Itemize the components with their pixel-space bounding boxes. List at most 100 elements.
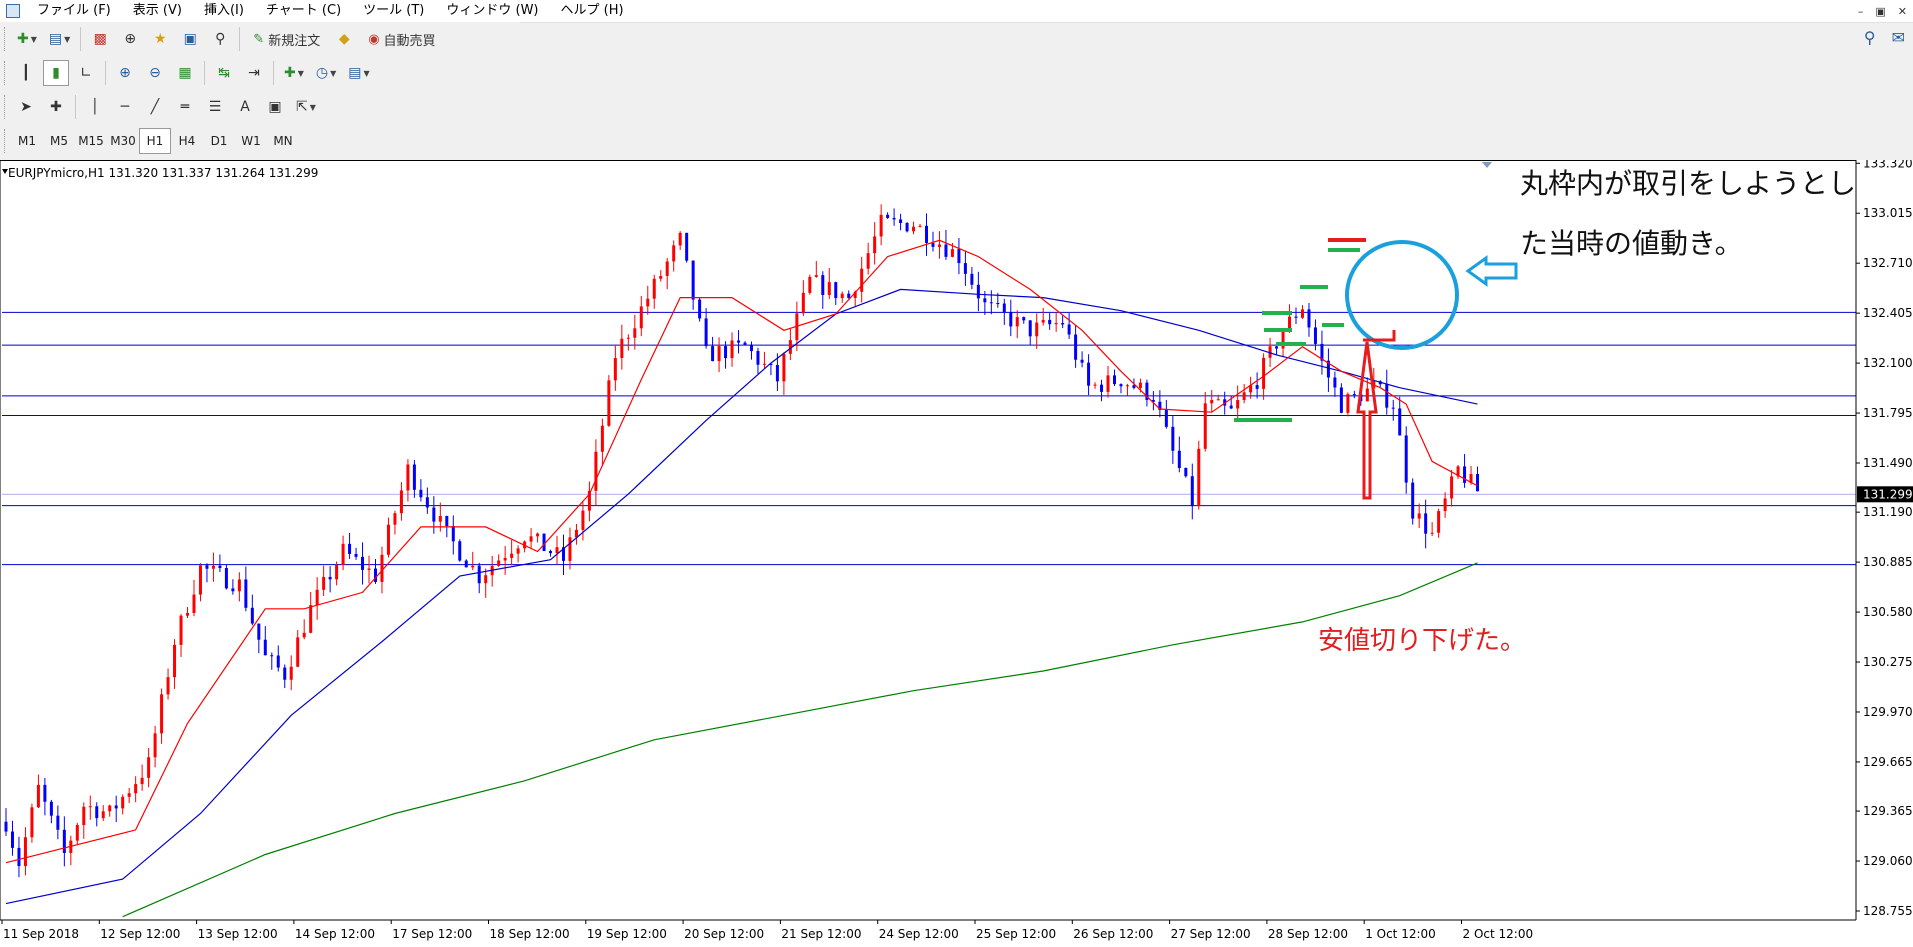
navigator-button[interactable]: ★ (147, 26, 173, 52)
new-order-button[interactable]: ✎ 新規注文 (246, 26, 327, 52)
candle-body-116 (756, 351, 760, 365)
zoom-in-button[interactable]: ⊕ (112, 60, 138, 86)
cursor-button[interactable]: ➤ (13, 94, 39, 120)
trendline-button[interactable]: ╱ (142, 94, 168, 120)
symbol-info: EURJPYmicro,H1 131.320 131.337 131.264 1… (8, 166, 318, 180)
metaeditor-button[interactable]: ◆ (331, 26, 357, 52)
text-button[interactable]: A (232, 94, 258, 120)
candle-body-4 (30, 807, 34, 838)
timeframe-m5[interactable]: M5 (43, 128, 75, 154)
menu-item-0[interactable]: ファイル (F) (26, 0, 122, 22)
candle-body-52 (341, 543, 345, 565)
y-tick-label-0: 133.320 (1863, 160, 1913, 170)
candle-body-152 (989, 302, 993, 304)
horizontal-line-icon: ─ (120, 99, 130, 115)
line-chart-button[interactable]: ∟ (73, 60, 99, 86)
candle-body-194 (1262, 357, 1266, 389)
market-watch-button[interactable]: ▩ (87, 26, 113, 52)
x-tick-label-12: 27 Sep 12:00 (1171, 927, 1251, 941)
candle-body-76 (497, 560, 501, 566)
x-tick-label-10: 25 Sep 12:00 (976, 927, 1056, 941)
close-icon[interactable]: ✕ (1898, 5, 1907, 18)
arrows-button[interactable]: ⇱ ▼ (292, 94, 320, 120)
crosshair-button[interactable]: ✚ (43, 94, 69, 120)
candle-body-99 (646, 298, 650, 307)
candle-body-96 (626, 337, 630, 339)
menu-item-3[interactable]: チャート (C) (255, 0, 352, 22)
minimize-icon[interactable]: – (1858, 5, 1864, 18)
restore-icon[interactable]: ▣ (1875, 5, 1885, 18)
auto-scroll-button[interactable]: ↹ (211, 60, 237, 86)
x-tick-label-3: 14 Sep 12:00 (295, 927, 375, 941)
timeframe-h1[interactable]: H1 (139, 128, 171, 154)
templates-button[interactable]: ▤ ▼ (344, 60, 373, 86)
horizontal-line-button[interactable]: ─ (112, 94, 138, 120)
profiles-button[interactable]: ▤ ▼ (45, 26, 74, 52)
chart-shift-button[interactable]: ⇥ (241, 60, 267, 86)
candle-body-84 (549, 551, 553, 554)
candle-body-200 (1300, 309, 1304, 318)
candle-body-21 (140, 777, 144, 785)
timeframe-m15[interactable]: M15 (75, 128, 107, 154)
candle-body-117 (762, 363, 766, 365)
x-tick-label-2: 13 Sep 12:00 (198, 927, 278, 941)
y-tick-label-11: 129.970 (1863, 705, 1913, 719)
candle-body-60 (393, 513, 397, 525)
tile-windows-button[interactable]: ▦ (172, 60, 198, 86)
candle-body-141 (918, 225, 922, 227)
timeframe-w1[interactable]: W1 (235, 128, 267, 154)
candle-body-199 (1294, 316, 1298, 318)
zoom-out-button[interactable]: ⊖ (142, 60, 168, 86)
indicators-button[interactable]: ✚ ▼ (280, 60, 308, 86)
candle-body-13 (88, 806, 92, 808)
strategy-tester-button[interactable]: ⚲ (207, 26, 233, 52)
timeframe-m1[interactable]: M1 (11, 128, 43, 154)
vertical-line-button[interactable]: │ (82, 94, 108, 120)
chevron-down-icon: ▼ (330, 68, 337, 78)
timeframe-h4[interactable]: H4 (171, 128, 203, 154)
timeframe-mn[interactable]: MN (267, 128, 299, 154)
candle-body-168 (1093, 384, 1097, 386)
menu-item-6[interactable]: ヘルプ (H) (550, 0, 635, 22)
timeframe-m30[interactable]: M30 (107, 128, 139, 154)
candlestick-chart-button[interactable]: ▮ (43, 60, 69, 86)
y-tick-label-15: 128.755 (1863, 904, 1913, 918)
channel-icon: ═ (180, 99, 190, 115)
equidistant-channel-button[interactable]: ═ (172, 94, 198, 120)
candle-body-185 (1203, 403, 1207, 449)
x-tick-label-8: 21 Sep 12:00 (781, 927, 861, 941)
candle-body-81 (529, 536, 533, 542)
app-icon[interactable] (6, 4, 20, 18)
menu-item-4[interactable]: ツール (T) (352, 0, 435, 22)
candle-body-25 (166, 677, 170, 695)
terminal-button[interactable]: ▣ (177, 26, 203, 52)
y-tick-label-6: 131.490 (1863, 456, 1913, 470)
timeframe-d1[interactable]: D1 (203, 128, 235, 154)
candle-body-217 (1411, 482, 1415, 519)
auto-trading-button[interactable]: ◉ 自動売買 (361, 26, 442, 52)
candle-body-172 (1119, 384, 1123, 387)
fibonacci-button[interactable]: ☰ (202, 94, 228, 120)
candle-body-40 (263, 639, 267, 656)
bar-chart-button[interactable]: ┃ (13, 60, 39, 86)
chart-window[interactable]: 133.320 133.015 132.710 132.405 132.100 131.7… (0, 160, 1913, 947)
metaeditor-icon: ◆ (338, 31, 350, 47)
candlestick-icon: ▮ (52, 65, 60, 81)
text-label-button[interactable]: ▣ (262, 94, 288, 120)
candle-body-125 (814, 275, 818, 277)
candle-body-48 (315, 589, 319, 606)
menu-item-5[interactable]: ウィンドウ (W) (435, 0, 549, 22)
candle-body-89 (581, 510, 585, 530)
chevron-down-icon: ▼ (64, 34, 71, 44)
data-window-button[interactable]: ⊕ (117, 26, 143, 52)
search-icon[interactable]: ⚲ (1864, 28, 1876, 47)
candle-body-135 (879, 214, 883, 237)
new-order-icon: ✎ (253, 31, 265, 47)
menu-item-1[interactable]: 表示 (V) (122, 0, 193, 22)
price-chart[interactable]: 133.320 133.015 132.710 132.405 132.100 131.7… (0, 160, 1913, 947)
chat-icon[interactable]: ✉ (1892, 28, 1905, 47)
new-chart-button[interactable]: ✚ ▼ (13, 26, 41, 52)
clock-icon: ◷ (315, 65, 329, 81)
menu-item-2[interactable]: 挿入(I) (193, 0, 255, 22)
periods-button[interactable]: ◷ ▼ (312, 60, 340, 86)
